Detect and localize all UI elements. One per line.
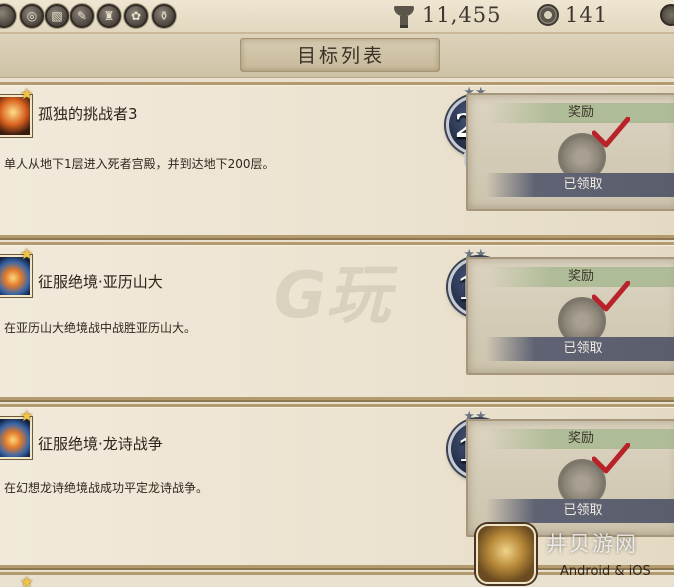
star-icon: ★ — [20, 85, 34, 103]
objective-title: 征服绝境·龙诗战争 — [38, 435, 163, 453]
menu-icon-5[interactable]: ♜ — [97, 4, 121, 28]
claimed-status: 已领取 — [486, 337, 674, 361]
objective-title: 孤独的挑战者3 — [38, 105, 138, 123]
claimed-status: 已领取 — [486, 499, 674, 523]
title-plate: 目标列表 — [240, 38, 440, 72]
objective-description: 单人从地下1层进入死者宫殿，并到达地下200层。 — [4, 157, 275, 171]
reward-panel: 奖励 已领取 — [466, 93, 674, 211]
star-icon: ★ — [20, 407, 34, 425]
menu-icon-1[interactable] — [0, 4, 16, 28]
menu-icon-4[interactable]: ✎ — [70, 4, 94, 28]
gil-count: 141 — [565, 3, 609, 27]
watermark-site: 井贝游网 — [546, 532, 638, 556]
menu-icon-7[interactable]: ⚱ — [152, 4, 176, 28]
objective-card[interactable]: ★ 孤独的挑战者3 单人从地下1层进入死者宫殿，并到达地下200层。 ★★ 20… — [0, 82, 674, 238]
menu-icon-6[interactable]: ✿ — [124, 4, 148, 28]
check-icon — [592, 443, 630, 474]
page-title: 目标列表 — [296, 45, 385, 67]
top-bar: ◎ ▧ ✎ ♜ ✿ ⚱ 11,455 141 — [0, 0, 674, 34]
trophy-counter: 11,455 — [392, 3, 502, 28]
settings-icon[interactable] — [660, 4, 674, 26]
coin-icon — [537, 4, 559, 26]
reward-label: 奖励 — [486, 267, 674, 287]
check-icon — [592, 281, 630, 312]
reward-panel: 奖励 已领取 — [466, 257, 674, 375]
star-icon: ★ — [20, 573, 34, 587]
objective-title: 征服绝境·亚历山大 — [38, 273, 163, 291]
gil-counter: 141 — [537, 3, 608, 27]
objective-card[interactable]: ★ 征服绝境·亚历山大 在亚历山大绝境战中战胜亚历山大。 ★★ 10 ♦ 奖励 … — [0, 242, 674, 400]
objective-description: 在幻想龙诗绝境战成功平定龙诗战争。 — [4, 481, 209, 495]
reward-label: 奖励 — [486, 429, 674, 449]
claimed-status: 已领取 — [486, 173, 674, 197]
menu-icon-3[interactable]: ▧ — [45, 4, 69, 28]
reward-panel: 奖励 已领取 — [466, 419, 674, 537]
menu-icon-2[interactable]: ◎ — [20, 4, 44, 28]
site-logo-icon — [476, 524, 536, 584]
trophy-icon — [392, 4, 416, 28]
objective-description: 在亚历山大绝境战中战胜亚历山大。 — [4, 321, 197, 335]
watermark-platform: Android & iOS — [560, 564, 651, 579]
reward-label: 奖励 — [486, 103, 674, 123]
title-band: 目标列表 — [0, 34, 674, 78]
star-icon: ★ — [20, 245, 34, 263]
trophy-count: 11,455 — [422, 3, 502, 27]
check-icon — [592, 117, 630, 148]
